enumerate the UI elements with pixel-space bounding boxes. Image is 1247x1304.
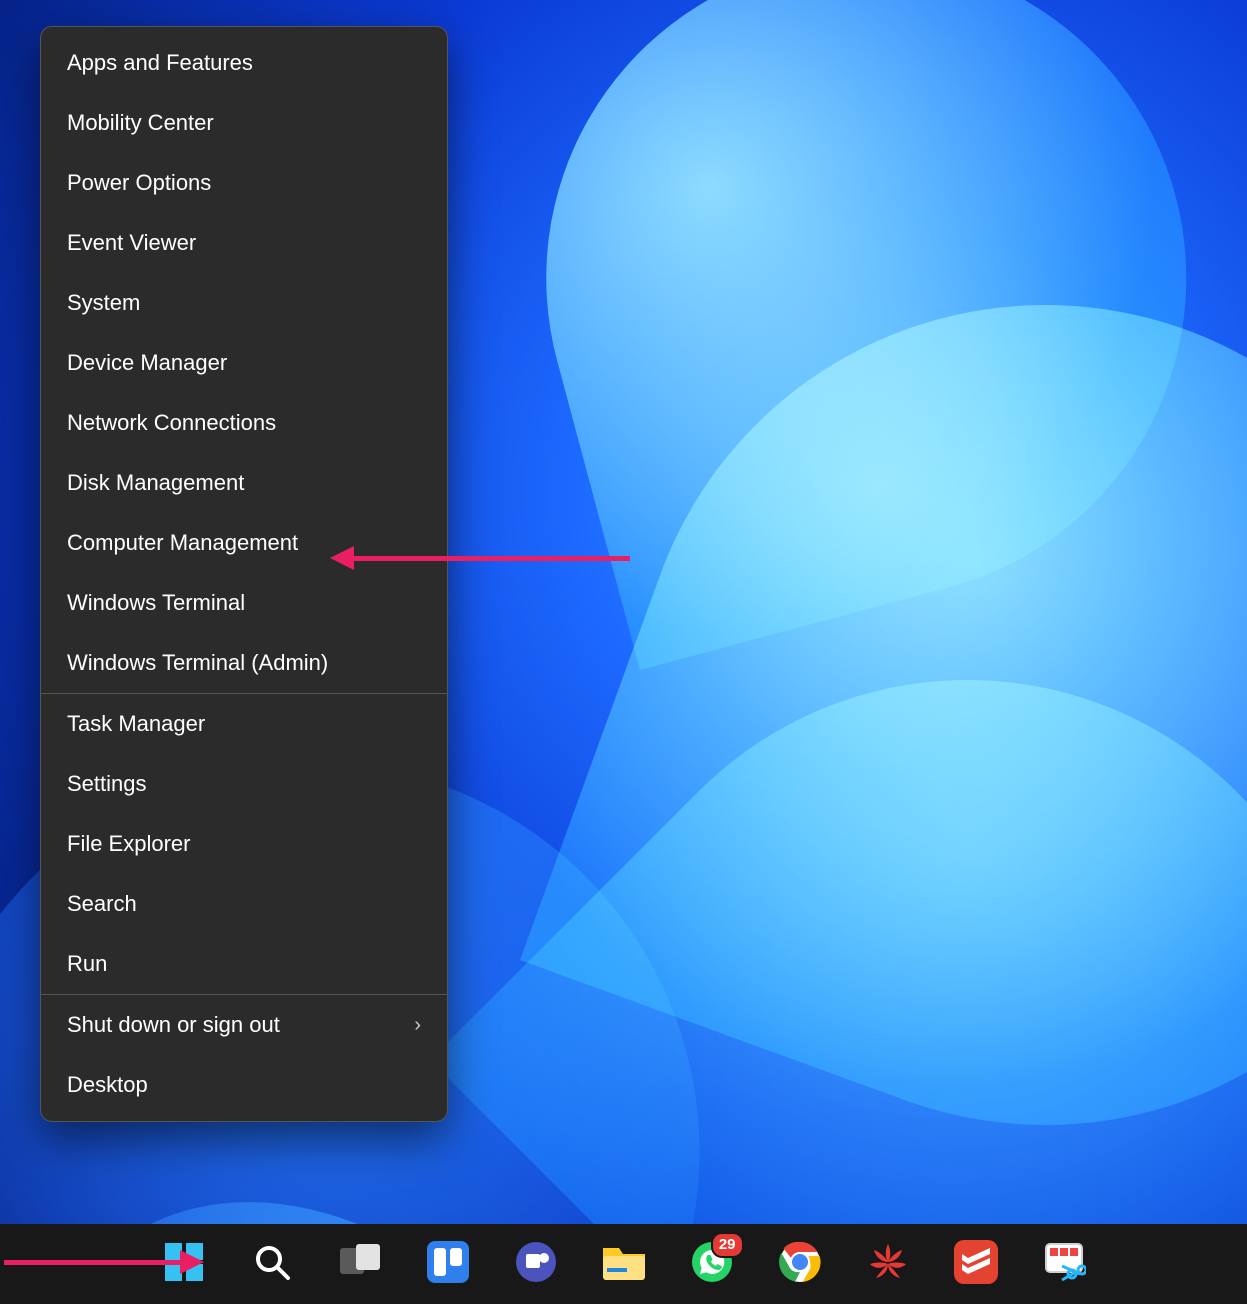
menu-item-label: Mobility Center — [67, 93, 214, 153]
menu-item-label: Windows Terminal — [67, 573, 245, 633]
menu-item-settings[interactable]: Settings — [41, 754, 447, 814]
menu-item-run[interactable]: Run — [41, 934, 447, 994]
search-icon — [252, 1242, 292, 1287]
menu-item-label: File Explorer — [67, 814, 190, 874]
file-explorer-icon — [601, 1242, 647, 1287]
taskbar-trello-button[interactable] — [424, 1240, 472, 1288]
snip-icon — [1042, 1240, 1086, 1289]
menu-item-shut-down-or-sign-out[interactable]: Shut down or sign out › — [41, 995, 447, 1055]
desktop: Apps and FeaturesMobility CenterPower Op… — [0, 0, 1247, 1224]
menu-item-label: Event Viewer — [67, 213, 196, 273]
taskbar-chrome-button[interactable] — [776, 1240, 824, 1288]
taskbar-task-view-button[interactable] — [336, 1240, 384, 1288]
menu-item-label: Settings — [67, 754, 147, 814]
menu-item-label: Apps and Features — [67, 33, 253, 93]
menu-item-label: Search — [67, 874, 137, 934]
taskbar-todoist-button[interactable] — [952, 1240, 1000, 1288]
menu-item-label: Run — [67, 934, 107, 994]
todoist-icon — [954, 1240, 998, 1289]
menu-item-power-options[interactable]: Power Options — [41, 153, 447, 213]
chevron-right-icon: › — [414, 995, 421, 1055]
menu-item-desktop[interactable]: Desktop — [41, 1055, 447, 1115]
menu-item-label: Power Options — [67, 153, 211, 213]
taskbar-start-button[interactable] — [160, 1240, 208, 1288]
chrome-icon — [778, 1240, 822, 1289]
menu-item-search[interactable]: Search — [41, 874, 447, 934]
taskbar-snip-button[interactable] — [1040, 1240, 1088, 1288]
menu-item-disk-management[interactable]: Disk Management — [41, 453, 447, 513]
start-icon — [163, 1241, 205, 1288]
menu-item-label: System — [67, 273, 140, 333]
menu-item-label: Device Manager — [67, 333, 227, 393]
menu-item-label: Windows Terminal (Admin) — [67, 633, 328, 693]
menu-item-label: Disk Management — [67, 453, 244, 513]
teams-icon — [514, 1240, 558, 1289]
menu-item-mobility-center[interactable]: Mobility Center — [41, 93, 447, 153]
taskbar: 29 — [0, 1224, 1247, 1304]
huawei-icon — [866, 1240, 910, 1289]
winx-context-menu: Apps and FeaturesMobility CenterPower Op… — [40, 26, 448, 1122]
taskbar-whatsapp-button[interactable]: 29 — [688, 1240, 736, 1288]
menu-item-file-explorer[interactable]: File Explorer — [41, 814, 447, 874]
taskbar-file-explorer-button[interactable] — [600, 1240, 648, 1288]
menu-item-event-viewer[interactable]: Event Viewer — [41, 213, 447, 273]
taskbar-search-button[interactable] — [248, 1240, 296, 1288]
menu-item-label: Desktop — [67, 1055, 148, 1115]
menu-item-label: Shut down or sign out — [67, 995, 280, 1055]
menu-item-task-manager[interactable]: Task Manager — [41, 694, 447, 754]
menu-item-apps-and-features[interactable]: Apps and Features — [41, 33, 447, 93]
menu-item-computer-management[interactable]: Computer Management — [41, 513, 447, 573]
menu-item-windows-terminal[interactable]: Windows Terminal — [41, 573, 447, 633]
task-view-icon — [338, 1242, 382, 1287]
menu-item-windows-terminal-admin-[interactable]: Windows Terminal (Admin) — [41, 633, 447, 693]
menu-item-device-manager[interactable]: Device Manager — [41, 333, 447, 393]
notification-badge: 29 — [711, 1232, 744, 1258]
menu-item-label: Computer Management — [67, 513, 298, 573]
trello-icon — [427, 1241, 469, 1288]
taskbar-huawei-button[interactable] — [864, 1240, 912, 1288]
menu-item-label: Network Connections — [67, 393, 276, 453]
menu-item-label: Task Manager — [67, 694, 205, 754]
taskbar-teams-button[interactable] — [512, 1240, 560, 1288]
menu-item-network-connections[interactable]: Network Connections — [41, 393, 447, 453]
menu-item-system[interactable]: System — [41, 273, 447, 333]
